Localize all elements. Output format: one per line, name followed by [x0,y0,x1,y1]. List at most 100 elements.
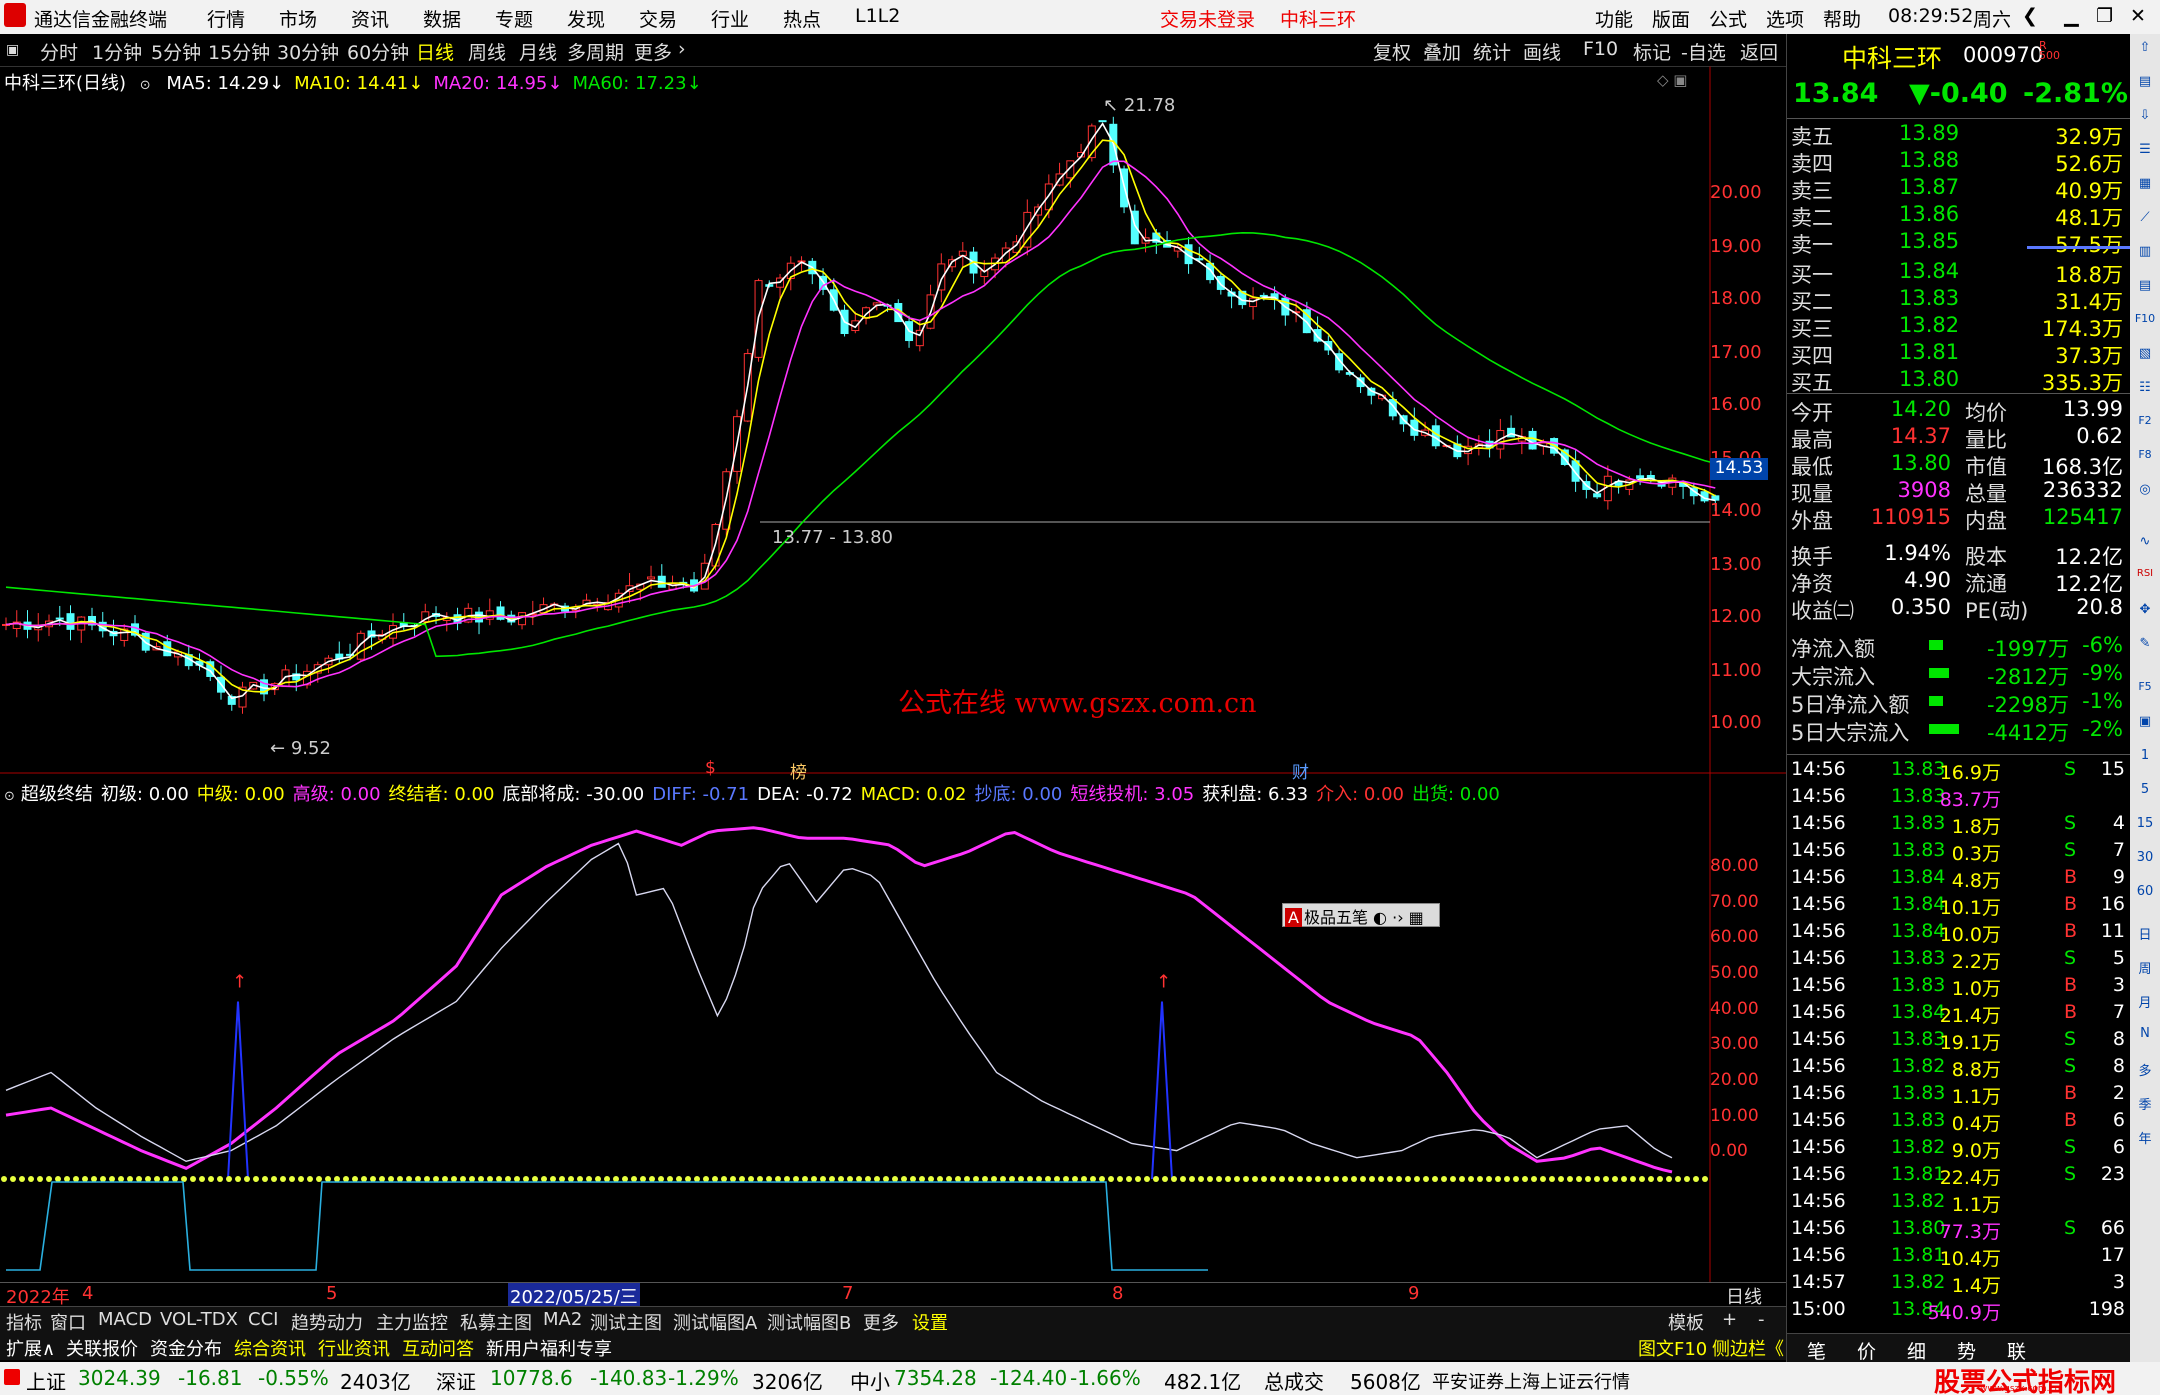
period-day-icon[interactable]: 日 [2133,924,2157,946]
tool-diejia[interactable]: 叠加 [1423,38,1461,65]
pen-icon[interactable]: ✎ [2133,636,2157,658]
zx-label[interactable]: 中小 [850,1366,890,1395]
menu-shuju[interactable]: 数据 [423,5,461,32]
list-icon[interactable]: ☰ [2133,142,2157,164]
tool-tongji[interactable]: 统计 [1473,38,1511,65]
period-5-icon[interactable]: 5 [2133,782,2157,804]
tab-zonghe[interactable]: 综合资讯 [234,1335,306,1361]
menu-l1l2[interactable]: L1L2 [855,5,900,27]
period-monthly[interactable]: 月线 [519,38,557,65]
menu-jiaoyi[interactable]: 交易 [639,5,677,32]
period-1-icon[interactable]: 1 [2133,748,2157,770]
tab-guanlian[interactable]: 关联报价 [66,1335,138,1361]
period-daily[interactable]: 日线 [416,38,454,65]
f10-icon[interactable]: F10 [2133,312,2157,334]
menu-banmian[interactable]: 版面 [1652,5,1690,32]
tab-macd[interactable]: MACD [98,1309,152,1330]
bid-row[interactable]: 买五 13.80 335.3万 [1787,366,2131,395]
tick-row[interactable]: 14:56 13.84 10.1万 B 16 [1787,891,2131,919]
tick-row[interactable]: 14:56 13.81 22.4万 S 23 [1787,1161,2131,1189]
menu-gongshi[interactable]: 公式 [1709,5,1747,32]
period-1min[interactable]: 1分钟 [92,38,142,65]
close-icon[interactable]: ✕ [2130,5,2146,27]
tab-sidebar[interactable]: 侧边栏《 [1712,1335,1784,1361]
menu-gongneng[interactable]: 功能 [1595,5,1633,32]
broker-name[interactable]: 平安证券上海上证云行情 [1432,1368,1630,1394]
tick-row[interactable]: 14:56 13.83 1.1万 B 2 [1787,1080,2131,1108]
window-icon[interactable]: ▣ [2133,714,2157,736]
bar-chart-icon[interactable]: ▥ [2133,244,2157,266]
table-icon[interactable]: ▤ [2133,278,2157,300]
tab-ma2[interactable]: MA2 [543,1309,582,1330]
tool-zixuan[interactable]: -自选 [1681,38,1726,65]
restore-icon[interactable]: ❐ [2096,5,2113,27]
menu-xuanxiang[interactable]: 选项 [1766,5,1804,32]
tick-row[interactable]: 14:56 13.83 19.1万 S 8 [1787,1026,2131,1054]
tick-row[interactable]: 14:56 13.83 1.8万 S 4 [1787,810,2131,838]
period-month-icon[interactable]: 月 [2133,992,2157,1014]
tick-row[interactable]: 14:56 13.83 0.4万 B 6 [1787,1107,2131,1135]
ask-row[interactable]: 卖一 13.85 57.5万 [1787,228,2131,257]
period-multi[interactable]: 多周期 [567,38,624,65]
ask-row[interactable]: 卖三 13.87 40.9万 [1787,174,2131,203]
period-60min[interactable]: 60分钟 [347,38,409,65]
tab-hudong[interactable]: 互动问答 [402,1335,474,1361]
tick-row[interactable]: 14:56 13.83 2.2万 S 5 [1787,945,2131,973]
tab-zhuli[interactable]: 主力监控 [376,1309,448,1335]
sh-label[interactable]: 上证 [26,1366,66,1395]
menu-hangye[interactable]: 行业 [711,5,749,32]
chart-canvas[interactable]: ↑ ↑ [0,66,1786,1306]
period-week-icon[interactable]: 周 [2133,958,2157,980]
tool-f10[interactable]: F10 [1583,38,1618,60]
menu-faxian[interactable]: 发现 [567,5,605,32]
menu-zixun[interactable]: 资讯 [351,5,389,32]
tab-kuozhan[interactable]: 扩展∧ [6,1335,55,1361]
menu-bangzhu[interactable]: 帮助 [1823,5,1861,32]
tab-settings[interactable]: 设置 [912,1309,948,1335]
period-more[interactable]: 更多 [634,38,672,65]
tab-zijin[interactable]: 资金分布 [150,1335,222,1361]
wave-icon[interactable]: ∿ [2133,534,2157,556]
menu-shichang[interactable]: 市场 [279,5,317,32]
ime-toolbar[interactable]: A 极品五笔 ◐ ·› ▦ [1282,903,1440,927]
period-weekly[interactable]: 周线 [468,38,506,65]
tab-hangye-zixun[interactable]: 行业资讯 [318,1335,390,1361]
menu-redian[interactable]: 热点 [783,5,821,32]
tick-row[interactable]: 14:56 13.83 0.3万 S 7 [1787,837,2131,865]
f8-icon[interactable]: F8 [2133,448,2157,470]
period-fenshi[interactable]: 分时 [40,38,78,65]
period-15min[interactable]: 15分钟 [208,38,270,65]
tab-cci[interactable]: CCI [248,1309,278,1330]
period-season-icon[interactable]: 季 [2133,1094,2157,1116]
cross-icon[interactable]: ✥ [2133,602,2157,624]
tab-qushi[interactable]: 趋势动力 [291,1309,363,1335]
tick-row[interactable]: 14:56 13.82 1.1万 [1787,1188,2131,1216]
tick-row[interactable]: 14:57 13.82 1.4万 3 [1787,1269,2131,1297]
bid-row[interactable]: 买四 13.81 37.3万 [1787,339,2131,368]
sz-label[interactable]: 深证 [436,1366,476,1395]
f5-icon[interactable]: F5 [2133,680,2157,702]
tool-huaxian[interactable]: 画线 [1523,38,1561,65]
tick-row[interactable]: 14:56 13.82 8.8万 S 8 [1787,1053,2131,1081]
period-year-icon[interactable]: 年 [2133,1128,2157,1150]
login-status[interactable]: 交易未登录 [1160,5,1255,32]
menu-hangqing[interactable]: 行情 [207,5,245,32]
target-icon[interactable]: ◎ [2133,482,2157,504]
period-15-icon[interactable]: 15 [2133,816,2157,838]
down-arrow-icon[interactable]: ⇩ [2133,108,2157,130]
tab-remove[interactable]: - [1758,1309,1765,1330]
period-30min[interactable]: 30分钟 [277,38,339,65]
tool-fuquan[interactable]: 复权 [1373,38,1411,65]
tab-more[interactable]: 更多 [863,1309,899,1335]
tick-row[interactable]: 14:56 13.80 77.3万 S 66 [1787,1215,2131,1243]
period-30-icon[interactable]: 30 [2133,850,2157,872]
tab-add[interactable]: + [1722,1309,1737,1330]
list2-icon[interactable]: ☷ [2133,380,2157,402]
tab-xi[interactable]: 细 [1907,1337,1926,1364]
bid-row[interactable]: 买二 13.83 31.4万 [1787,285,2131,314]
tab-ceshi-zhutu[interactable]: 测试主图 [590,1309,662,1335]
tick-row[interactable]: 14:56 13.83 1.0万 B 3 [1787,972,2131,1000]
panel-toggle-icon[interactable]: ▣ [6,42,19,58]
chart-options-icon[interactable]: ◇ ▣ [1657,71,1687,89]
tab-chuangkou[interactable]: 窗口 [50,1309,86,1335]
